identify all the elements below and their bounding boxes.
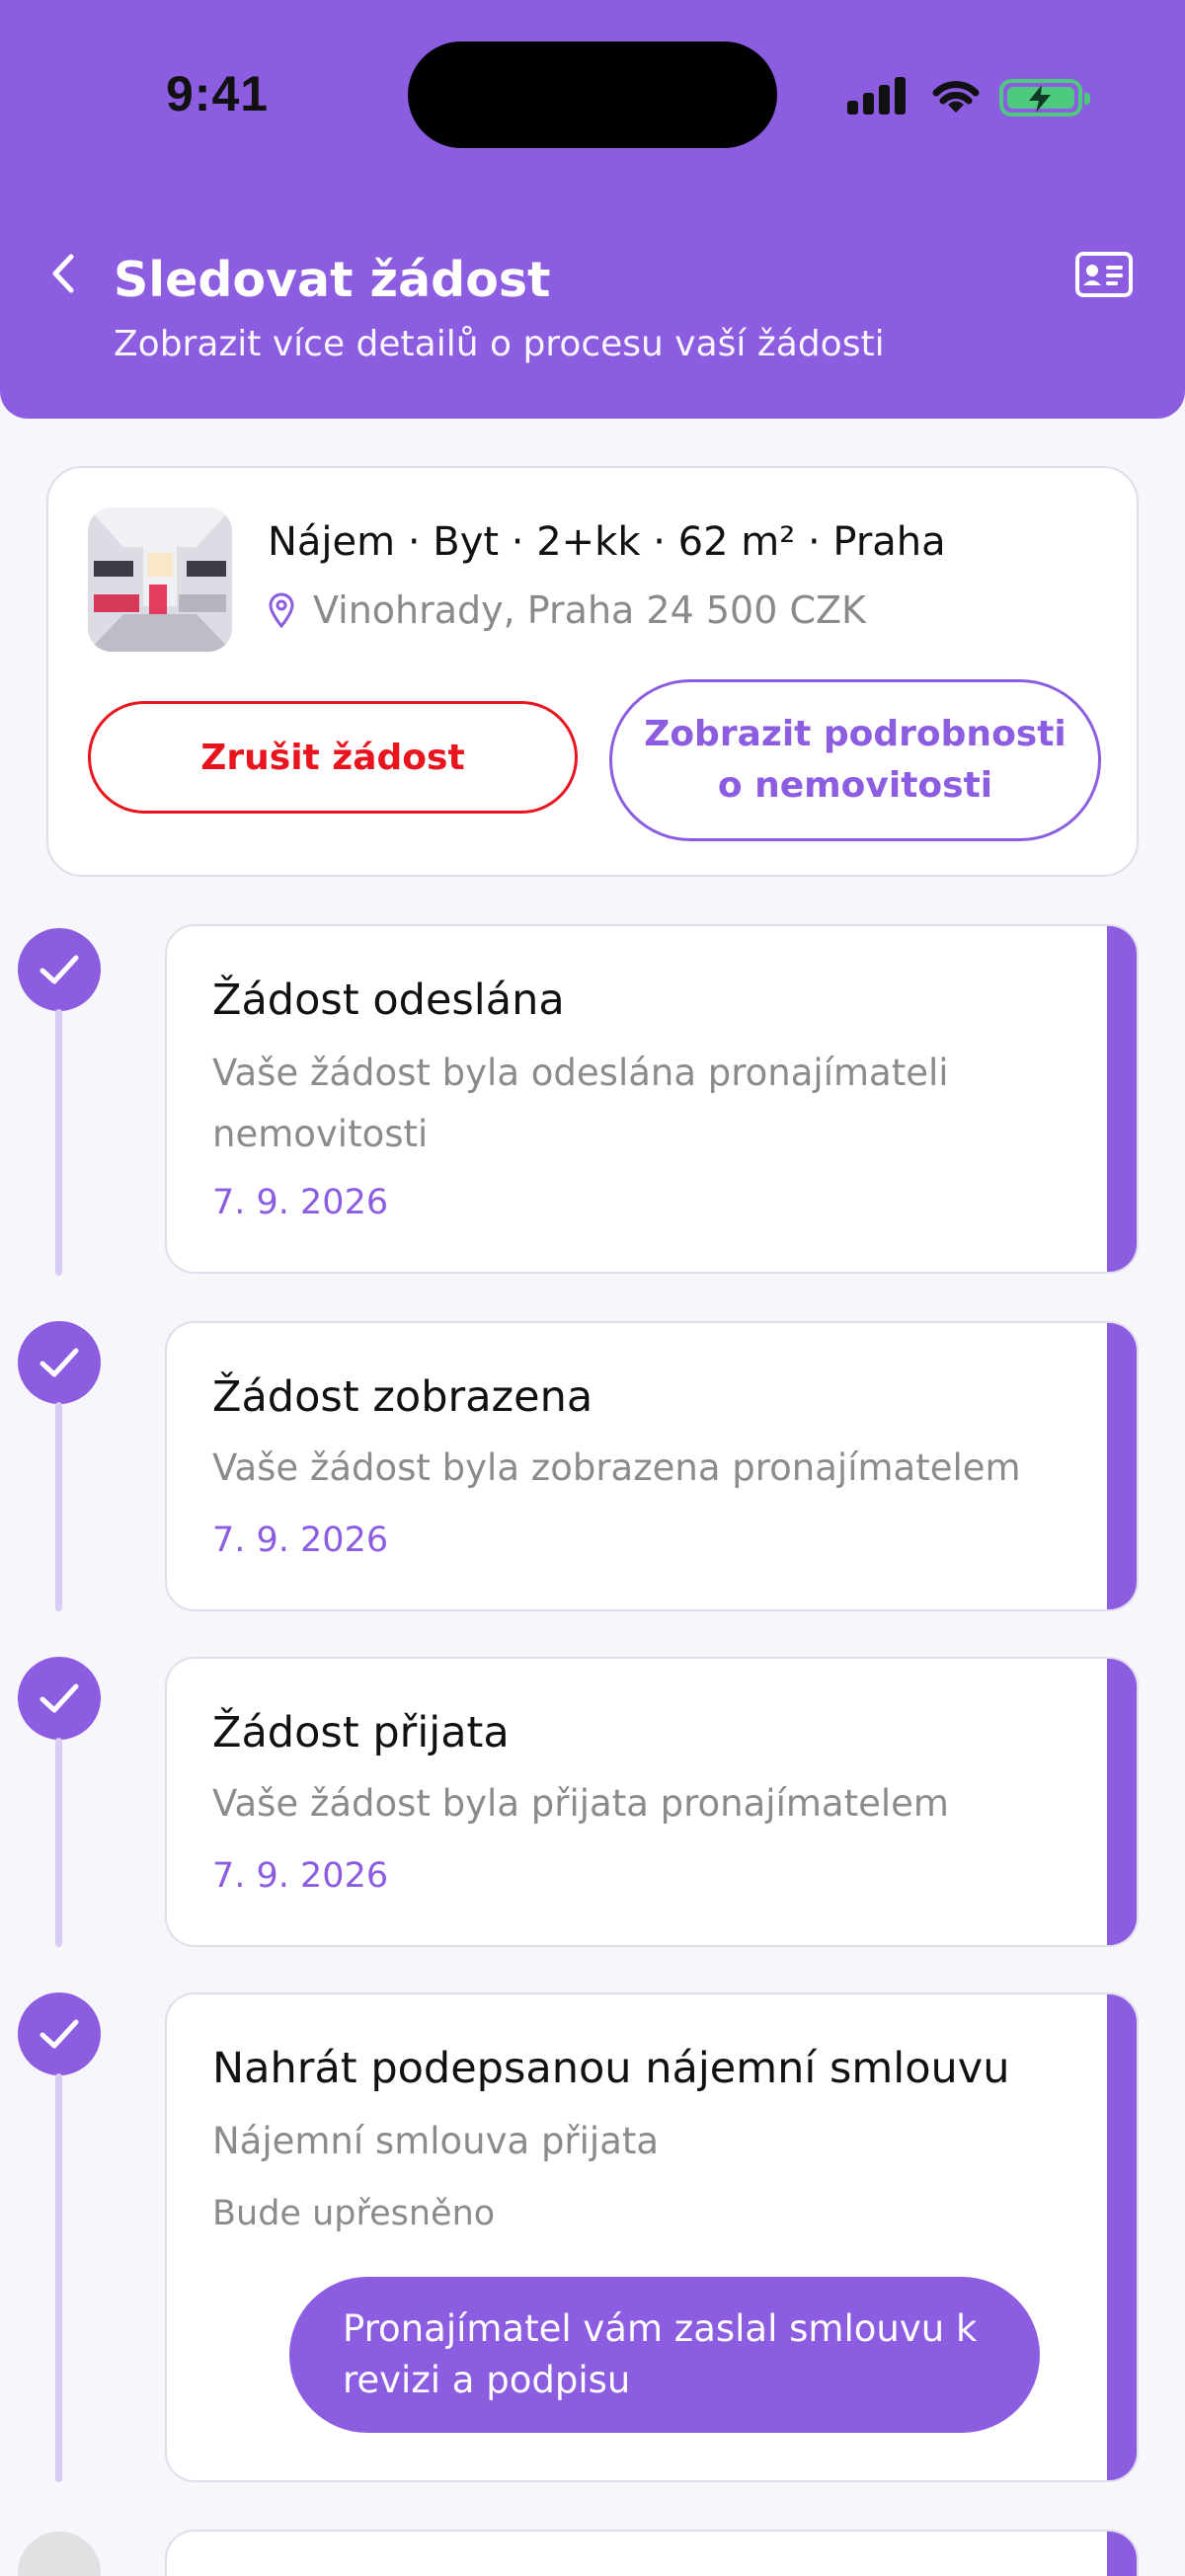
step-description: Vaše žádost byla přijata pronajímatelem (212, 1782, 949, 1825)
page-title: Sledovat žádost (114, 252, 551, 308)
step-date: 7. 9. 2026 (212, 1856, 389, 1896)
signal-icon (847, 77, 907, 115)
step-check-icon (18, 1992, 101, 2075)
timeline-line (55, 1009, 62, 1276)
dynamic-island (408, 41, 777, 148)
property-location: Vinohrady, Praha 24 500 CZK (268, 588, 866, 632)
contract-review-button[interactable]: Pronajímatel vám zaslal smlouvu k revizi… (289, 2277, 1040, 2433)
step-pending-dot (18, 2532, 101, 2576)
step-description: Nájemní smlouva přijata (212, 2120, 660, 2162)
step-note: Bude upřesněno (212, 2194, 496, 2233)
location-pin-icon (269, 592, 294, 628)
step-check-icon (18, 1321, 101, 1404)
step-check-icon (18, 928, 101, 1011)
back-chevron-icon[interactable] (43, 249, 83, 298)
page-subtitle: Zobrazit více detailů o procesu vaší žád… (114, 324, 885, 364)
timeline-line (55, 2073, 62, 2482)
step-accent (1107, 2532, 1137, 2576)
step-date: 7. 9. 2026 (212, 1521, 389, 1560)
property-location-text: Vinohrady, Praha 24 500 CZK (313, 588, 866, 632)
step-title: Žádost odeslána (212, 976, 565, 1025)
timeline-step-card: Žádost zobrazena Vaše žádost byla zobraz… (165, 1321, 1139, 1611)
timeline-step-card (165, 2530, 1139, 2576)
step-description: Vaše žádost byla zobrazena pronajímatele… (212, 1446, 1021, 1489)
step-accent (1107, 1659, 1137, 1945)
timeline-step-card: Žádost přijata Vaše žádost byla přijata … (165, 1657, 1139, 1947)
status-time: 9:41 (166, 66, 270, 121)
property-card: Nájem · Byt · 2+kk · 62 m² · Praha Vinoh… (46, 466, 1139, 877)
step-accent (1107, 1323, 1137, 1609)
cancel-request-button[interactable]: Zrušit žádost (88, 701, 578, 814)
step-check-icon (18, 1657, 101, 1740)
timeline-line (55, 1738, 62, 1947)
id-card-icon[interactable] (1074, 251, 1134, 298)
timeline-line (55, 1402, 62, 1611)
step-title: Žádost zobrazena (212, 1372, 593, 1422)
step-title: Nahrát podepsanou nájemní smlouvu (212, 2044, 1010, 2093)
property-title: Nájem · Byt · 2+kk · 62 m² · Praha (268, 519, 946, 565)
step-date: 7. 9. 2026 (212, 1183, 389, 1222)
timeline-step-card: Nahrát podepsanou nájemní smlouvu Nájemn… (165, 1992, 1139, 2482)
header: 9:41 Sledovat žádost Zobrazit více detai… (0, 0, 1185, 419)
step-title: Žádost přijata (212, 1708, 510, 1757)
property-details-button[interactable]: Zobrazit podrobnosti o nemovitosti (609, 679, 1101, 841)
timeline-step-card: Žádost odeslána Vaše žádost byla odeslán… (165, 924, 1139, 1274)
step-description: Vaše žádost byla odeslána pronajímateli … (212, 1052, 949, 1155)
step-accent (1107, 926, 1137, 1272)
battery-icon (999, 79, 1090, 117)
step-accent (1107, 1994, 1137, 2480)
wifi-icon (932, 81, 980, 113)
property-thumbnail[interactable] (88, 507, 232, 652)
